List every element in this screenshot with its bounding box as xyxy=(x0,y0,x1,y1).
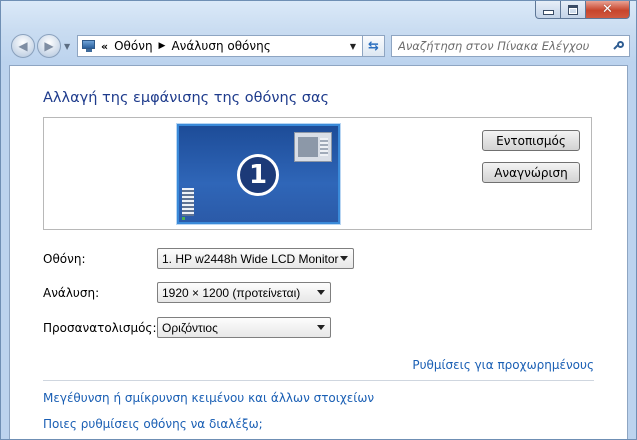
display-label: Οθόνη: xyxy=(43,252,86,266)
breadcrumb-overflow[interactable]: « xyxy=(101,40,108,53)
monitor-number-badge: 1 xyxy=(237,154,279,196)
display-select-value: 1. HP w2448h Wide LCD Monitor xyxy=(162,251,339,266)
monitor-1-tile[interactable]: 1 xyxy=(177,124,340,224)
page-title: Αλλαγή της εμφάνισης της οθόνης σας xyxy=(43,90,330,106)
content-pane: Αλλαγή της εμφάνισης της οθόνης σας 1 Εν… xyxy=(9,65,628,439)
back-button[interactable]: ◀ xyxy=(11,34,35,58)
search-icon[interactable] xyxy=(613,41,624,51)
recent-pages-dropdown[interactable]: ▼ xyxy=(64,42,70,51)
chevron-down-icon xyxy=(340,256,348,261)
display-select[interactable]: 1. HP w2448h Wide LCD Monitor xyxy=(157,248,354,269)
breadcrumb-separator-icon[interactable]: ▶ xyxy=(159,41,166,51)
caption-buttons: ✕ xyxy=(535,1,630,19)
close-button[interactable]: ✕ xyxy=(586,1,630,19)
orientation-select-value: Οριζόντιος xyxy=(162,320,218,335)
search-box[interactable] xyxy=(391,35,630,57)
back-arrow-icon: ◀ xyxy=(18,39,28,53)
monitor-preview: 1 Εντοπισμός Αναγνώριση xyxy=(43,117,592,230)
chevron-down-icon xyxy=(317,325,325,330)
minimize-button[interactable] xyxy=(535,1,561,19)
divider xyxy=(43,380,594,381)
minimize-icon xyxy=(542,10,554,15)
maximize-button[interactable] xyxy=(561,1,586,19)
close-icon: ✕ xyxy=(602,2,613,17)
navigation-bar: ◀ ▶ ▼ « Οθόνη ▶ Ανάλυση οθόνης ▼ ⇆ xyxy=(9,32,630,60)
start-orb-icon xyxy=(182,217,185,220)
search-input[interactable] xyxy=(398,39,608,53)
breadcrumb-item-display[interactable]: Οθόνη xyxy=(114,39,152,53)
orientation-select[interactable]: Οριζόντιος xyxy=(157,317,331,338)
refresh-button[interactable]: ⇆ xyxy=(363,35,385,57)
orientation-label: Προσανατολισμός: xyxy=(43,321,157,335)
maximize-icon xyxy=(568,4,578,15)
chevron-down-icon xyxy=(317,290,325,295)
display-icon xyxy=(81,39,97,53)
advanced-settings-link[interactable]: Ρυθμίσεις για προχωρημένους xyxy=(412,358,594,372)
breadcrumb-item-resolution[interactable]: Ανάλυση οθόνης xyxy=(171,39,270,53)
detect-button[interactable]: Εντοπισμός xyxy=(482,130,580,151)
text-size-link[interactable]: Μεγέθυνση ή σμίκρυνση κειμένου και άλλων… xyxy=(43,391,374,405)
which-settings-link[interactable]: Ποιες ρυθμίσεις οθόνης να διαλέξω; xyxy=(43,417,263,431)
forward-button[interactable]: ▶ xyxy=(37,34,61,58)
address-bar[interactable]: « Οθόνη ▶ Ανάλυση οθόνης ▼ xyxy=(77,35,363,57)
display-resolution-window: ✕ ◀ ▶ ▼ « Οθόνη ▶ Ανάλυση οθόνης ▼ ⇆ Αλλ… xyxy=(0,0,637,440)
refresh-icon: ⇆ xyxy=(368,38,379,54)
resolution-select-value: 1920 × 1200 (προτείνεται) xyxy=(162,285,301,300)
desktop-icons-thumbnail xyxy=(182,188,194,216)
window-thumbnail-icon xyxy=(294,132,332,162)
address-dropdown-icon[interactable]: ▼ xyxy=(350,42,356,51)
forward-arrow-icon: ▶ xyxy=(44,39,54,53)
resolution-label: Ανάλυση: xyxy=(43,286,100,300)
identify-button[interactable]: Αναγνώριση xyxy=(482,162,580,183)
resolution-select[interactable]: 1920 × 1200 (προτείνεται) xyxy=(157,282,331,303)
